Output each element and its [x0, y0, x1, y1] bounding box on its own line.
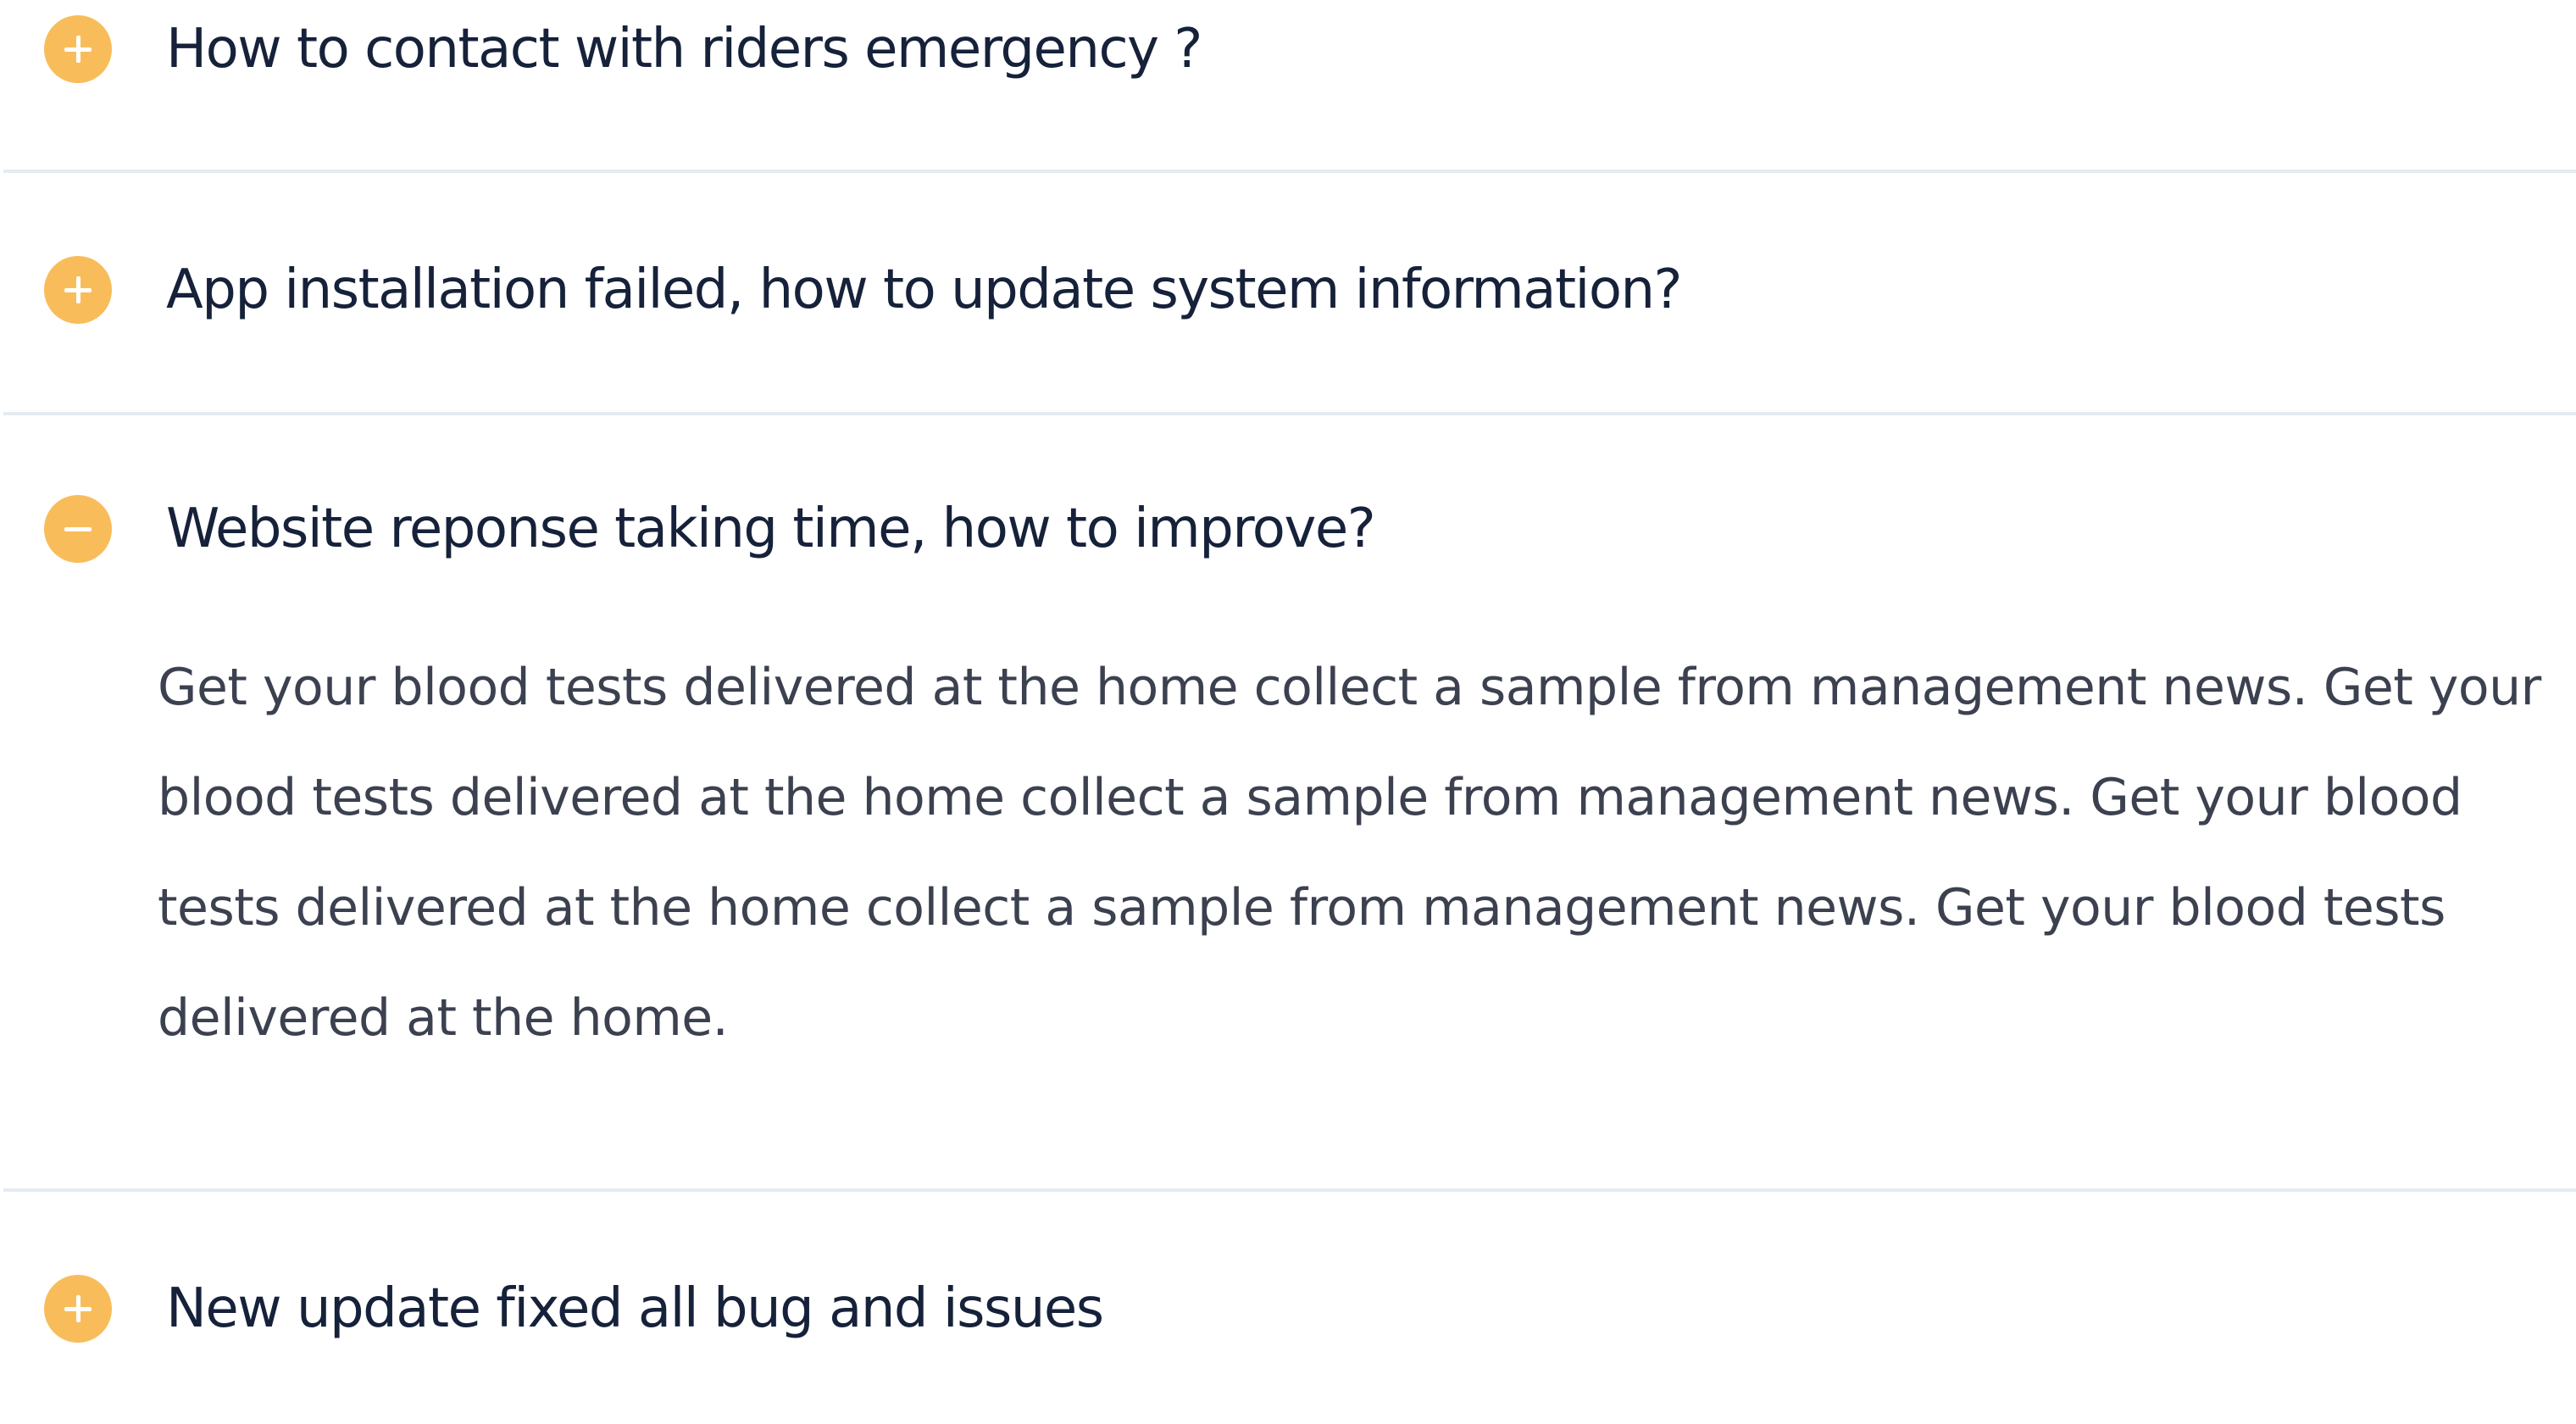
- plus-icon[interactable]: [44, 256, 112, 324]
- plus-icon[interactable]: [44, 15, 112, 83]
- plus-icon[interactable]: [44, 1275, 112, 1343]
- faq-question: App installation failed, how to update s…: [166, 259, 1683, 321]
- faq-item-header[interactable]: Website reponse taking time, how to impr…: [44, 495, 1376, 563]
- faq-question: New update fixed all bug and issues: [166, 1277, 1104, 1340]
- faq-answer: Get your blood tests delivered at the ho…: [158, 658, 2541, 1048]
- minus-icon[interactable]: [44, 495, 112, 563]
- faq-item-header[interactable]: App installation failed, how to update s…: [44, 256, 1683, 324]
- faq-item: New update fixed all bug and issues: [3, 1192, 2576, 1424]
- faq-question: How to contact with riders emergency ?: [166, 18, 1202, 81]
- faq-question: Website reponse taking time, how to impr…: [166, 498, 1376, 560]
- faq-item-header[interactable]: New update fixed all bug and issues: [44, 1275, 1104, 1343]
- faq-item-header[interactable]: How to contact with riders emergency ?: [44, 15, 1202, 83]
- faq-item: App installation failed, how to update s…: [3, 173, 2576, 415]
- faq-accordion: How to contact with riders emergency ? A…: [0, 0, 2576, 1424]
- faq-item: How to contact with riders emergency ?: [3, 0, 2576, 173]
